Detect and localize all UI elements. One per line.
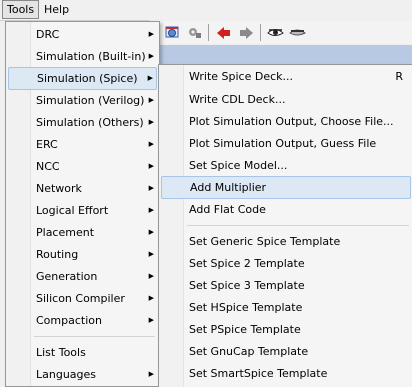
menu-item-generic-spice-template[interactable]: Set Generic Spice Template <box>161 231 411 252</box>
window-globe-icon[interactable] <box>164 24 181 41</box>
menu-item-label: Generation <box>36 270 98 283</box>
menu-separator <box>34 336 155 337</box>
toolbar-separator <box>260 24 261 41</box>
submenu-arrow-icon: ▶ <box>148 250 154 258</box>
menu-item-label: Plot Simulation Output, Guess File <box>189 137 377 150</box>
eye-open-icon[interactable] <box>267 24 284 41</box>
menu-item-label: Add Multiplier <box>190 181 267 194</box>
tools-menu: DRC ▶ Simulation (Built-in) ▶ Simulation… <box>5 21 160 387</box>
menu-item-label: Write CDL Deck... <box>189 93 286 106</box>
menu-item-simulation-built-in[interactable]: Simulation (Built-in) ▶ <box>8 46 157 67</box>
submenu-arrow-icon: ▶ <box>148 272 154 280</box>
submenu-arrow-icon: ▶ <box>148 206 154 214</box>
menu-item-label: Placement <box>36 226 95 239</box>
menu-item-label: DRC <box>36 28 60 41</box>
menu-item-write-spice-deck[interactable]: Write Spice Deck... R <box>161 66 411 87</box>
menu-separator <box>187 225 409 226</box>
menu-item-spice3-template[interactable]: Set Spice 3 Template <box>161 275 411 296</box>
menu-item-languages[interactable]: Languages ▶ <box>8 364 157 385</box>
menu-item-label: Set HSpice Template <box>189 301 303 314</box>
submenu-arrow-icon: ▶ <box>148 316 154 324</box>
menu-item-label: List Tools <box>36 346 86 359</box>
submenu-arrow-icon: ▶ <box>147 74 153 82</box>
menu-item-label: Add Flat Code <box>189 203 266 216</box>
menu-item-label: Set GnuCap Template <box>189 345 309 358</box>
submenu-arrow-icon: ▶ <box>148 294 154 302</box>
menu-item-add-multiplier[interactable]: Add Multiplier <box>161 176 411 199</box>
menu-item-simulation-verilog[interactable]: Simulation (Verilog) ▶ <box>8 90 157 111</box>
menu-item-silicon-compiler[interactable]: Silicon Compiler ▶ <box>8 288 157 309</box>
menu-item-label: Set Spice 3 Template <box>189 279 305 292</box>
submenu-arrow-icon: ▶ <box>148 118 154 126</box>
menu-item-label: Simulation (Verilog) <box>36 94 145 107</box>
menu-tools[interactable]: Tools <box>2 0 40 19</box>
menu-item-label: Simulation (Others) <box>36 116 144 129</box>
menu-item-label: Simulation (Built-in) <box>36 50 146 63</box>
menu-item-label: NCC <box>36 160 60 173</box>
menu-item-label: ERC <box>36 138 58 151</box>
eye-closed-icon[interactable] <box>289 24 306 41</box>
submenu-arrow-icon: ▶ <box>148 228 154 236</box>
menu-item-label: Set Spice Model... <box>189 159 288 172</box>
submenu-arrow-icon: ▶ <box>148 162 154 170</box>
menu-item-pspice-template[interactable]: Set PSpice Template <box>161 319 411 340</box>
menu-item-spice2-template[interactable]: Set Spice 2 Template <box>161 253 411 274</box>
submenu-arrow-icon: ▶ <box>148 184 154 192</box>
menu-item-label: Logical Effort <box>36 204 109 217</box>
submenu-arrow-icon: ▶ <box>148 96 154 104</box>
menu-help[interactable]: Help <box>40 1 73 18</box>
menu-item-label: Network <box>36 182 82 195</box>
submenu-arrow-icon: ▶ <box>148 140 154 148</box>
menu-bar: Tools Help <box>0 0 412 21</box>
menu-item-plot-guess-file[interactable]: Plot Simulation Output, Guess File <box>161 133 411 154</box>
menu-item-label: Compaction <box>36 314 102 327</box>
menu-item-simulation-spice[interactable]: Simulation (Spice) ▶ <box>8 67 157 90</box>
back-arrow-icon[interactable] <box>215 24 232 41</box>
menu-item-label: Routing <box>36 248 79 261</box>
menu-item-label: Silicon Compiler <box>36 292 125 305</box>
menu-item-simulation-others[interactable]: Simulation (Others) ▶ <box>8 112 157 133</box>
submenu-arrow-icon: ▶ <box>148 30 154 38</box>
menu-item-gnucap-template[interactable]: Set GnuCap Template <box>161 341 411 362</box>
forward-arrow-icon[interactable] <box>237 24 254 41</box>
menu-item-ncc[interactable]: NCC ▶ <box>8 156 157 177</box>
menu-item-routing[interactable]: Routing ▶ <box>8 244 157 265</box>
menu-item-list-tools[interactable]: List Tools <box>8 342 157 363</box>
menu-item-compaction[interactable]: Compaction ▶ <box>8 310 157 331</box>
menu-item-label: Set Generic Spice Template <box>189 235 341 248</box>
menu-item-placement[interactable]: Placement ▶ <box>8 222 157 243</box>
menu-item-plot-choose-file[interactable]: Plot Simulation Output, Choose File... <box>161 111 411 132</box>
toolbar <box>158 21 412 44</box>
menu-item-label: Set SmartSpice Template <box>189 367 328 380</box>
menu-item-write-cdl-deck[interactable]: Write CDL Deck... <box>161 89 411 110</box>
spice-submenu: Write Spice Deck... R Write CDL Deck... … <box>158 64 412 387</box>
menu-item-shortcut: R <box>395 70 403 83</box>
menu-item-label: Languages <box>36 368 97 381</box>
menu-item-label: Plot Simulation Output, Choose File... <box>189 115 394 128</box>
menu-item-set-spice-model[interactable]: Set Spice Model... <box>161 155 411 176</box>
menu-item-drc[interactable]: DRC ▶ <box>8 24 157 45</box>
menu-item-add-flat-code[interactable]: Add Flat Code <box>161 199 411 220</box>
menu-item-logical-effort[interactable]: Logical Effort ▶ <box>8 200 157 221</box>
menu-item-label: Write Spice Deck... <box>189 70 294 83</box>
menu-item-erc[interactable]: ERC ▶ <box>8 134 157 155</box>
gear-icon[interactable] <box>186 24 203 41</box>
submenu-arrow-icon: ▶ <box>148 370 154 378</box>
menu-item-label: Simulation (Spice) <box>37 72 138 85</box>
menu-item-label: Set PSpice Template <box>189 323 301 336</box>
submenu-arrow-icon: ▶ <box>148 52 154 60</box>
menu-item-network[interactable]: Network ▶ <box>8 178 157 199</box>
menu-item-label: Set Spice 2 Template <box>189 257 305 270</box>
menu-item-hspice-template[interactable]: Set HSpice Template <box>161 297 411 318</box>
toolbar-separator <box>208 24 209 41</box>
menu-item-smartspice-template[interactable]: Set SmartSpice Template <box>161 363 411 384</box>
menu-item-generation[interactable]: Generation ▶ <box>8 266 157 287</box>
